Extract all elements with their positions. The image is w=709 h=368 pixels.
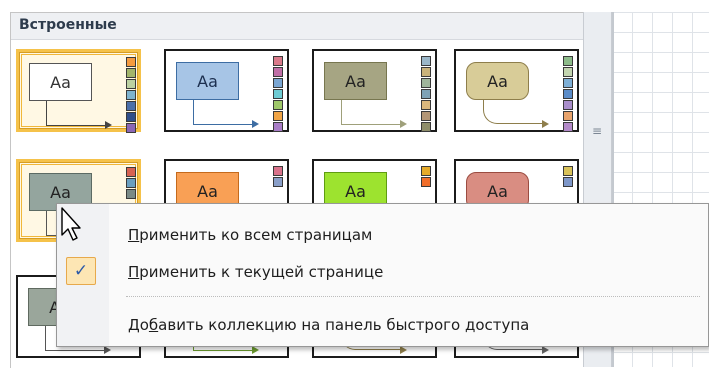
color-swatch [563,100,573,110]
context-menu: Применить ко всем страницам ✓ Применить … [56,203,709,347]
color-swatches [273,166,283,188]
connector-line [341,100,342,124]
theme-tile[interactable]: Aa [312,49,437,132]
color-swatch [421,67,431,77]
color-swatch [126,57,136,67]
connector-arrow-icon [104,346,111,354]
color-swatch [421,111,431,121]
menu-item-label: Применить ко всем страницам [128,226,373,244]
menu-item-label: Добавить коллекцию на панель быстрого до… [128,316,530,334]
color-swatches [563,56,573,133]
color-swatch [273,111,283,121]
connector-line [483,100,543,124]
connector-line [45,350,105,351]
section-title: Встроенные [19,17,117,33]
menu-item-add-to-quick-access[interactable]: Добавить коллекцию на панель быстрого до… [59,308,704,342]
color-swatch [563,166,573,176]
color-swatch [421,78,431,88]
connector-arrow-icon [252,120,259,128]
connector-line [341,124,401,125]
color-swatch [273,177,283,187]
mouse-pointer-icon [61,207,81,241]
color-swatch [563,67,573,77]
resize-grip-icon[interactable]: ≡ [592,125,602,137]
theme-preview-label: Aa [197,181,218,201]
color-swatch [126,101,136,111]
connector-arrow-icon [542,120,549,128]
color-swatch [126,189,136,199]
color-swatches [126,57,136,134]
theme-preview-label: Aa [50,182,71,202]
gallery-section-header: Встроенные [11,13,594,40]
color-swatch [421,89,431,99]
theme-preview-label: Aa [345,71,366,91]
color-swatch [126,112,136,122]
color-swatches [563,166,573,188]
menu-item-apply-all-pages[interactable]: Применить ко всем страницам [59,218,704,252]
color-swatch [563,56,573,66]
theme-tile[interactable]: Aa [16,49,141,134]
connector-line [46,125,106,126]
color-swatches [126,167,136,200]
color-swatch [126,79,136,89]
color-swatch [273,122,283,132]
theme-preview-shape: Aa [466,62,529,100]
color-swatch [273,166,283,176]
color-swatch [563,122,573,132]
menu-separator [126,296,700,297]
color-swatch [273,78,283,88]
color-swatch [563,177,573,187]
color-swatches [421,56,431,133]
color-swatch [563,89,573,99]
connector-line [45,326,46,350]
theme-tile[interactable]: Aa [454,49,579,132]
color-swatch [126,167,136,177]
connector-arrow-icon [400,120,407,128]
color-swatch [421,100,431,110]
color-swatch [126,123,136,133]
color-swatch [126,68,136,78]
menu-item-label: Применить к текущей странице [128,263,384,281]
connector-arrow-icon [400,346,407,354]
color-swatch [273,67,283,77]
color-swatch [126,178,136,188]
color-swatch [421,56,431,66]
menu-item-apply-current-page[interactable]: ✓ Применить к текущей странице [59,255,704,289]
color-swatches [273,56,283,133]
connector-arrow-icon [252,346,259,354]
theme-preview-label: Aa [487,71,508,91]
color-swatch [273,89,283,99]
color-swatch [421,177,431,187]
color-swatch [563,111,573,121]
connector-line [193,350,253,351]
theme-preview-label: Aa [197,71,218,91]
theme-preview-label: Aa [345,181,366,201]
theme-preview-label: Aa [50,72,71,92]
connector-line [193,100,194,124]
connector-line [46,211,47,235]
theme-tile[interactable]: Aa [164,49,289,132]
connector-arrow-icon [105,121,112,129]
color-swatch [421,122,431,132]
color-swatch [563,78,573,88]
connector-line [46,101,47,125]
theme-preview-shape: Aa [176,62,239,100]
color-swatches [421,166,431,188]
color-swatch [126,90,136,100]
color-swatch [273,100,283,110]
theme-preview-label: Aa [487,181,508,201]
color-swatch [273,56,283,66]
theme-preview-shape: Aa [29,63,92,101]
check-icon: ✓ [66,257,96,285]
connector-line [193,124,253,125]
theme-preview-shape: Aa [324,62,387,100]
connector-arrow-icon [542,346,549,354]
color-swatch [421,166,431,176]
